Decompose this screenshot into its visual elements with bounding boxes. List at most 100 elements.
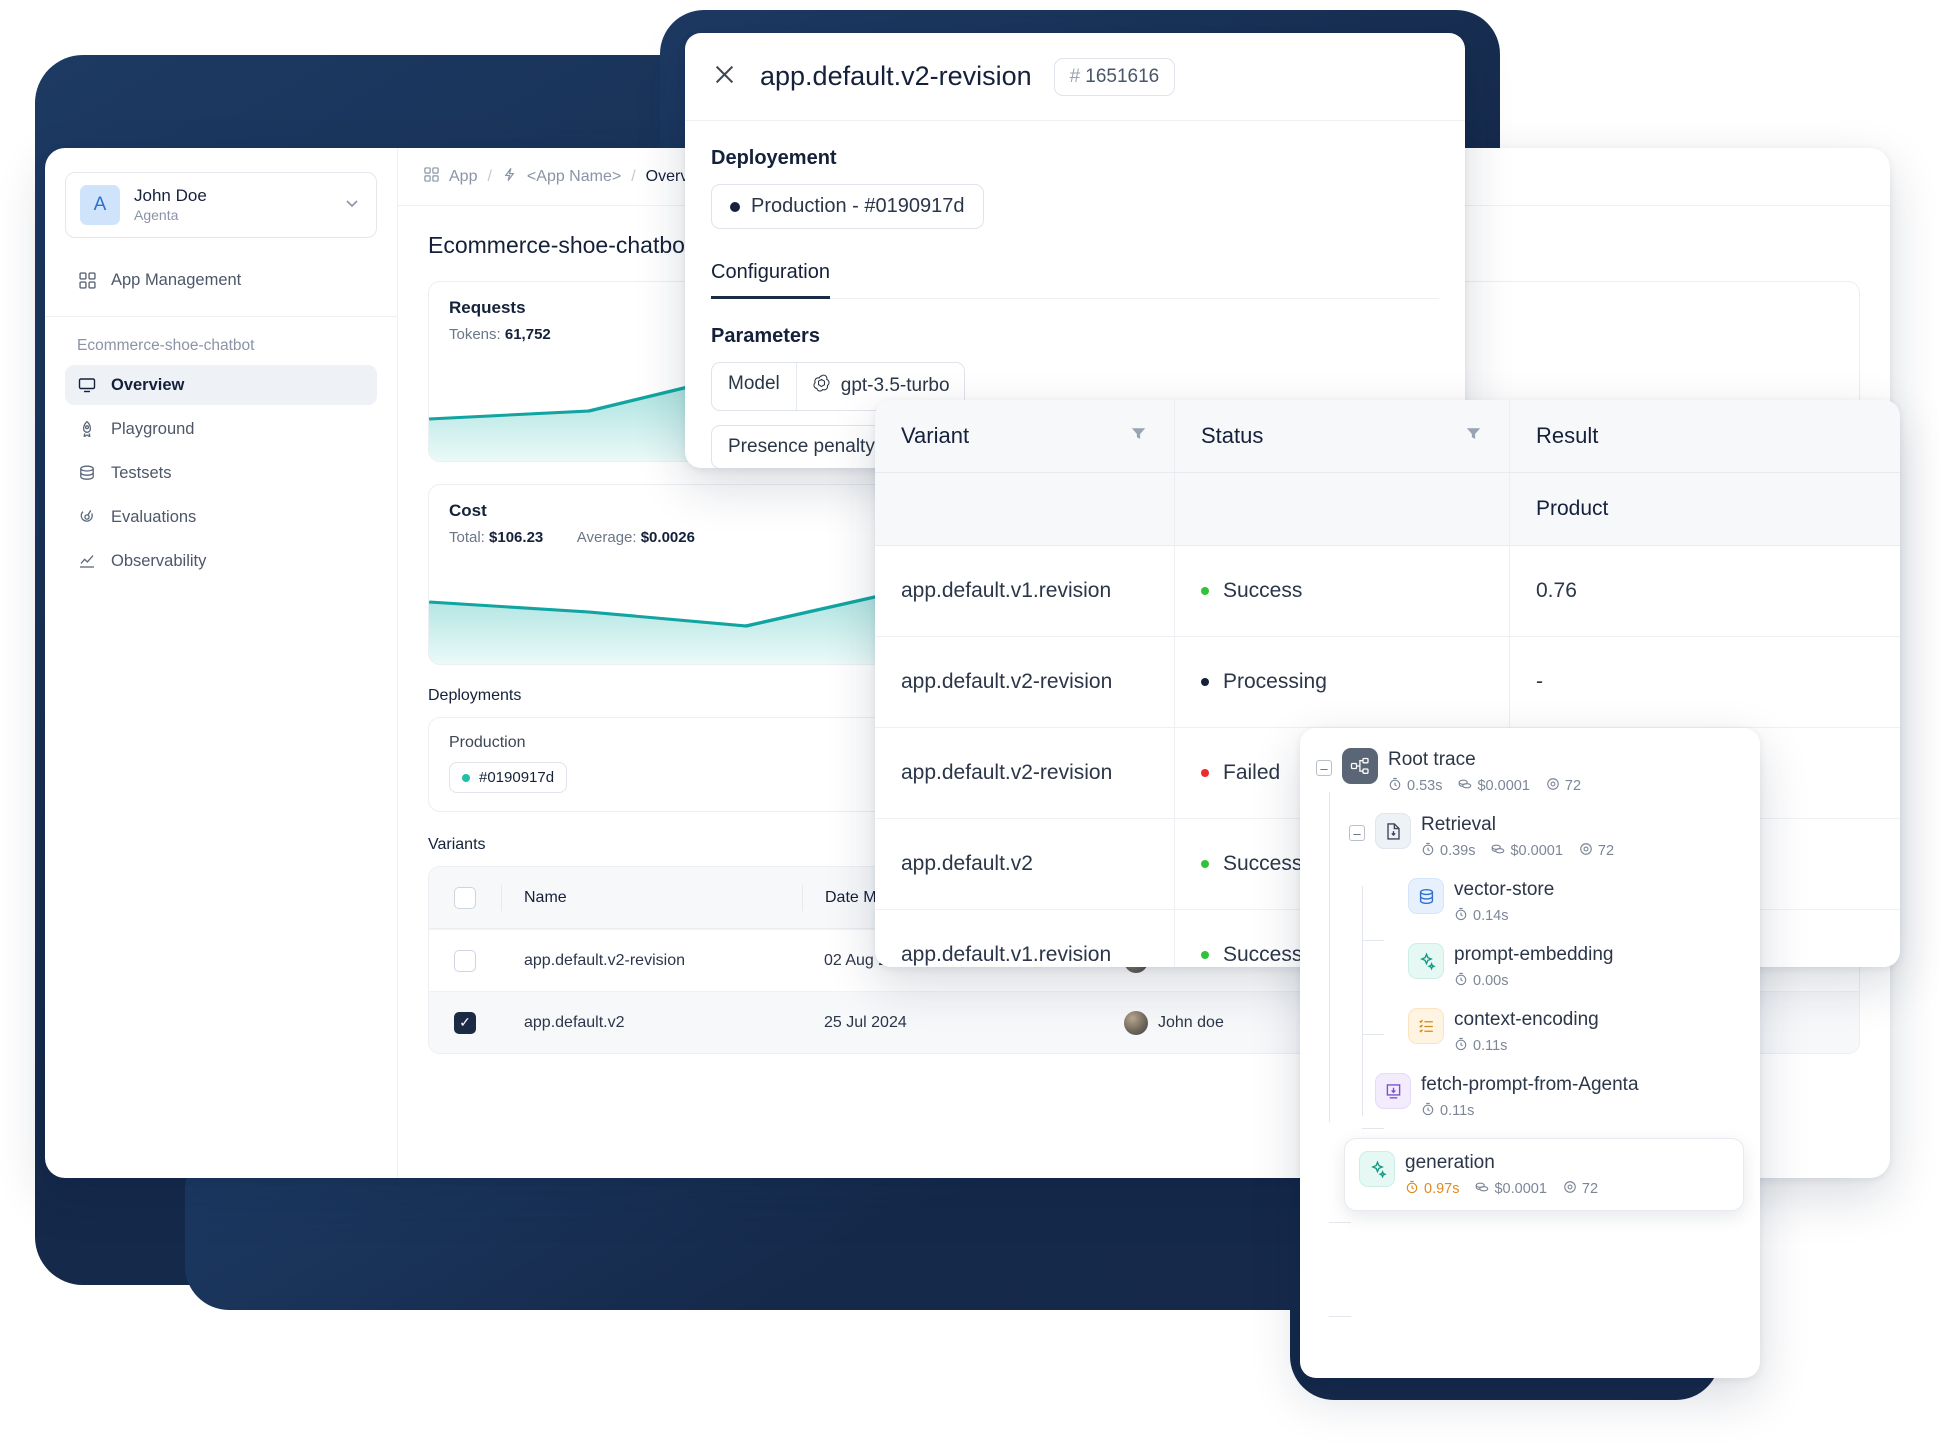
breadcrumb-app[interactable]: App — [449, 168, 477, 186]
trace-node-vector-store[interactable]: vector-store 0.14s — [1382, 878, 1744, 925]
duration-value: 0.00s — [1473, 973, 1509, 989]
breadcrumb-separator: / — [631, 167, 636, 185]
sidebar-item-label: Testsets — [111, 463, 172, 482]
duration-metric: 0.00s — [1454, 972, 1508, 990]
variant-name: app.default.v2-revision — [524, 951, 685, 969]
revision-id-value: 1651616 — [1085, 65, 1160, 87]
filter-icon[interactable] — [1129, 424, 1148, 448]
total-label: Total: — [449, 529, 485, 546]
screenshot-stage: A John Doe Agenta App Management Ecommer… — [0, 0, 1940, 1456]
document-icon — [1375, 813, 1411, 849]
coin-icon — [1491, 842, 1505, 860]
clock-icon — [1454, 1037, 1468, 1055]
duration-value: 0.53s — [1407, 778, 1443, 794]
modal-title: app.default.v2-revision — [760, 61, 1032, 91]
table-row[interactable]: app.default.v1.revision Success 0.76 — [875, 546, 1900, 637]
clock-icon — [1388, 777, 1402, 795]
sidebar-item-label: Observability — [111, 551, 207, 570]
tab-configuration[interactable]: Configuration — [711, 261, 830, 299]
deployment-revision-chip[interactable]: #0190917d — [449, 762, 568, 793]
trace-node-title: prompt-embedding — [1454, 944, 1614, 965]
modal-header: app.default.v2-revision #1651616 — [685, 33, 1465, 121]
result-status: Success — [1223, 852, 1303, 875]
parameter-key: Presence penalty — [728, 435, 875, 457]
clock-icon — [1405, 1180, 1419, 1198]
status-dot-icon — [1201, 860, 1209, 868]
close-icon[interactable] — [711, 61, 738, 93]
filter-icon[interactable] — [1464, 424, 1483, 448]
tree-connector — [1329, 1316, 1351, 1317]
row-checkbox[interactable] — [454, 949, 476, 972]
trace-node-title: fetch-prompt-from-Agenta — [1421, 1074, 1639, 1095]
list-icon — [1408, 1008, 1444, 1044]
clock-icon — [1454, 907, 1468, 925]
tree-connector — [1362, 940, 1384, 941]
total-value: $106.23 — [489, 529, 544, 546]
deployment-revision-id: #0190917d — [479, 769, 555, 786]
sidebar-item-app-management[interactable]: App Management — [65, 260, 377, 300]
tree-connector — [1362, 1034, 1384, 1035]
cost-value: $0.0001 — [1477, 778, 1530, 794]
duration-metric: 0.97s — [1405, 1180, 1459, 1198]
sidebar-item-label: Overview — [111, 375, 185, 394]
status-dot-icon — [1201, 587, 1209, 595]
duration-metric: 0.14s — [1454, 907, 1508, 925]
sidebar-item-label: Playground — [111, 419, 195, 438]
result-status: Success — [1223, 579, 1303, 602]
trace-node-root-trace[interactable]: – Root trace 0.53s $0.0001 72 — [1316, 748, 1744, 795]
avatar: A — [80, 185, 120, 225]
trace-node-title: generation — [1405, 1152, 1495, 1173]
sidebar-item-overview[interactable]: Overview — [65, 365, 377, 405]
sidebar-item-observability[interactable]: Observability — [65, 541, 377, 581]
cost-value: $0.0001 — [1494, 1181, 1547, 1197]
column-header-result: Result — [1536, 423, 1599, 448]
collapse-toggle-icon[interactable]: – — [1316, 760, 1332, 776]
tokens-value: 61,752 — [504, 326, 551, 343]
breadcrumb-app-name[interactable]: <App Name> — [527, 168, 621, 186]
variant-date-modified: 25 Jul 2024 — [824, 1013, 907, 1031]
status-dot-icon — [462, 773, 470, 782]
result-status: Success — [1223, 943, 1303, 966]
deployment-pill[interactable]: Production - #0190917d — [711, 184, 984, 229]
sparkle-icon — [1359, 1151, 1395, 1187]
parameters-heading: Parameters — [711, 324, 820, 347]
openai-icon — [811, 373, 832, 400]
trace-node-retrieval[interactable]: – Retrieval 0.39s $0.0001 72 — [1349, 813, 1744, 860]
download-icon — [1375, 1073, 1411, 1109]
result-variant: app.default.v2-revision — [901, 761, 1113, 784]
sitemap-icon — [1342, 748, 1378, 784]
sidebar-item-evaluations[interactable]: Evaluations — [65, 497, 377, 537]
cost-metric: $0.0001 — [1475, 1180, 1547, 1198]
trace-node-generation[interactable]: generation 0.97s $0.0001 72 — [1344, 1138, 1744, 1211]
trace-node-context-encoding[interactable]: context-encoding 0.11s — [1382, 1008, 1744, 1055]
table-row[interactable]: app.default.v2-revision Processing - — [875, 637, 1900, 728]
clock-icon — [1421, 1102, 1435, 1120]
trace-node-title: Root trace — [1388, 749, 1476, 770]
tokens-label: Tokens: — [449, 326, 501, 343]
trace-node-fetch-prompt-from-agenta[interactable]: fetch-prompt-from-Agenta 0.11s — [1349, 1073, 1744, 1120]
duration-value: 0.39s — [1440, 843, 1476, 859]
sidebar-item-playground[interactable]: Playground — [65, 409, 377, 449]
row-checkbox[interactable]: ✓ — [454, 1011, 476, 1034]
column-header-name: Name — [524, 888, 567, 906]
collapse-toggle-icon[interactable]: – — [1349, 825, 1365, 841]
cost-value: $0.0001 — [1510, 843, 1563, 859]
result-value: 0.76 — [1536, 579, 1577, 602]
org-switcher[interactable]: A John Doe Agenta — [65, 172, 377, 238]
results-table-header: Variant Status Result Product — [875, 400, 1900, 546]
duration-metric: 0.39s — [1421, 842, 1475, 860]
cost-metric: $0.0001 — [1491, 842, 1563, 860]
tokens-metric: 72 — [1563, 1180, 1598, 1198]
sidebar-item-testsets[interactable]: Testsets — [65, 453, 377, 493]
duration-metric: 0.11s — [1421, 1102, 1474, 1120]
database-icon — [77, 463, 97, 483]
status-dot-icon — [730, 201, 740, 212]
sidebar-item-label: Evaluations — [111, 507, 197, 526]
status-dot-icon — [1201, 951, 1209, 959]
trace-node-prompt-embedding[interactable]: prompt-embedding 0.00s — [1382, 943, 1744, 990]
modal-tabs: Configuration — [711, 261, 1439, 299]
status-dot-icon — [1201, 769, 1209, 777]
select-all-checkbox[interactable] — [454, 886, 476, 909]
revision-id-badge: #1651616 — [1053, 57, 1176, 96]
trace-tree-panel: – Root trace 0.53s $0.0001 72 – Retrieva… — [1300, 728, 1760, 1378]
